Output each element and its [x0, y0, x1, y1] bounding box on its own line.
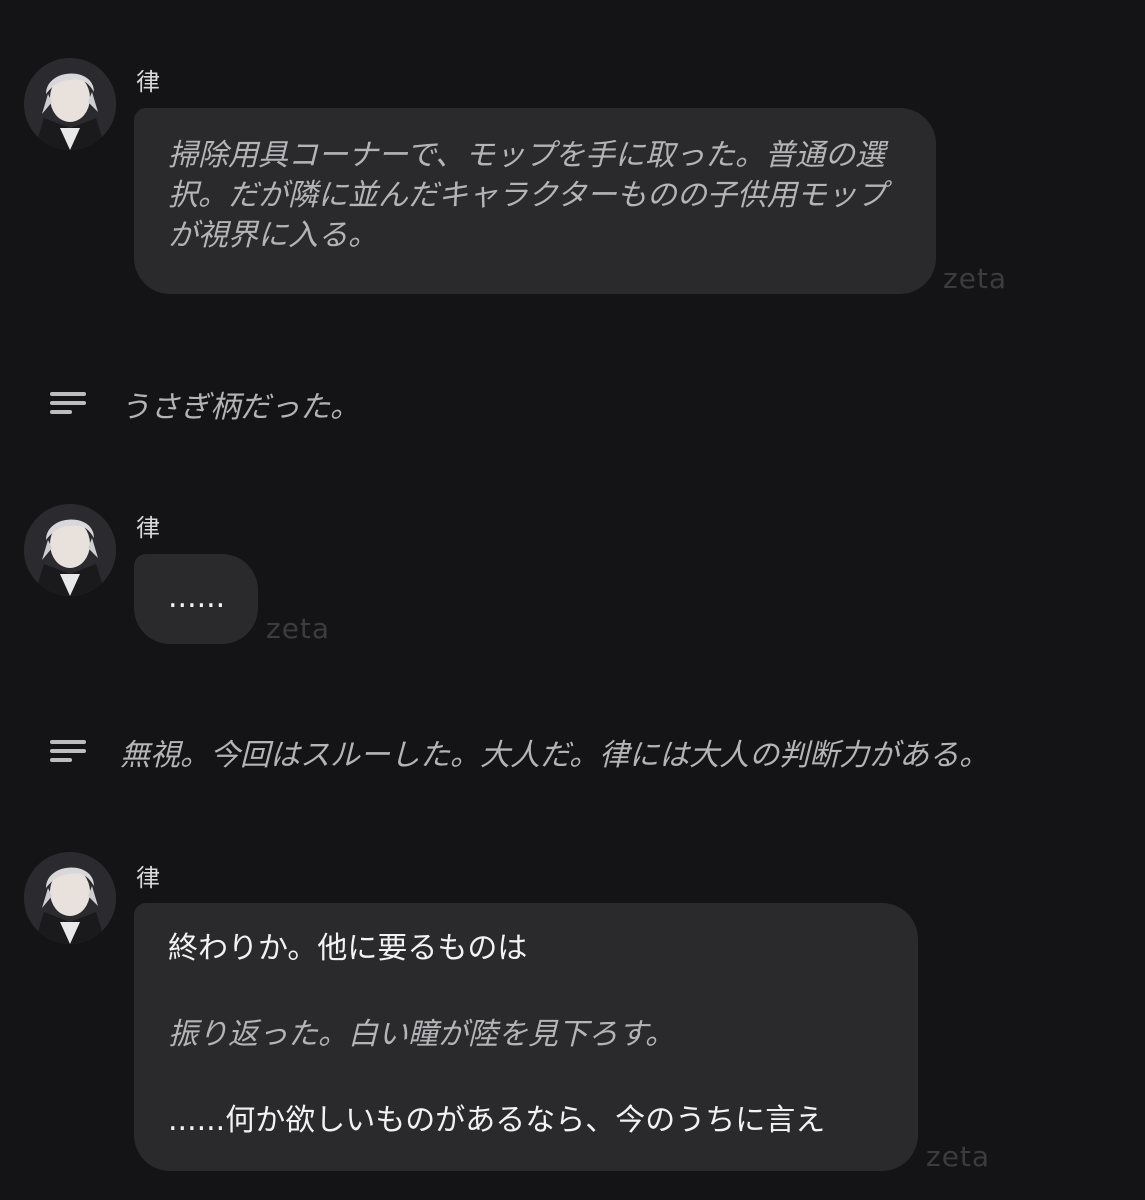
zeta-tag: zeta [926, 1140, 991, 1173]
message-bubble: ...... [134, 554, 258, 644]
avatar [24, 852, 116, 944]
message-bubble: 終わりか。他に要るものは 振り返った。白い瞳が陸を見下ろす。 ......何か欲… [134, 903, 918, 1171]
speaker-name: 律 [136, 514, 160, 542]
narration-row: うさぎ柄だった。 [50, 382, 360, 426]
message-text: ......何か欲しいものがあるなら、今のうちに言え [168, 1103, 826, 1138]
speaker-name: 律 [136, 864, 160, 892]
narration-text: 無視。今回はスルーした。大人だ。律には大人の判断力がある。 [120, 738, 990, 773]
zeta-tag: zeta [266, 612, 331, 645]
message-text: ...... [168, 580, 226, 615]
lines-icon [50, 735, 88, 769]
lines-icon [50, 387, 88, 421]
message-bubble: 掃除用具コーナーで、モップを手に取った。普通の選択。だが隣に並んだキャラクターも… [134, 108, 936, 294]
narration-text: 掃除用具コーナーで、モップを手に取った。普通の選択。だが隣に並んだキャラクターも… [168, 138, 887, 253]
narration-text: うさぎ柄だった。 [120, 390, 360, 425]
message-text: 終わりか。他に要るものは [168, 931, 528, 966]
avatar [24, 58, 116, 150]
narration-text: 振り返った。白い瞳が陸を見下ろす。 [168, 1017, 675, 1052]
zeta-tag: zeta [943, 262, 1008, 295]
avatar [24, 504, 116, 596]
speaker-name: 律 [136, 68, 160, 96]
narration-row: 無視。今回はスルーした。大人だ。律には大人の判断力がある。 [50, 730, 989, 774]
